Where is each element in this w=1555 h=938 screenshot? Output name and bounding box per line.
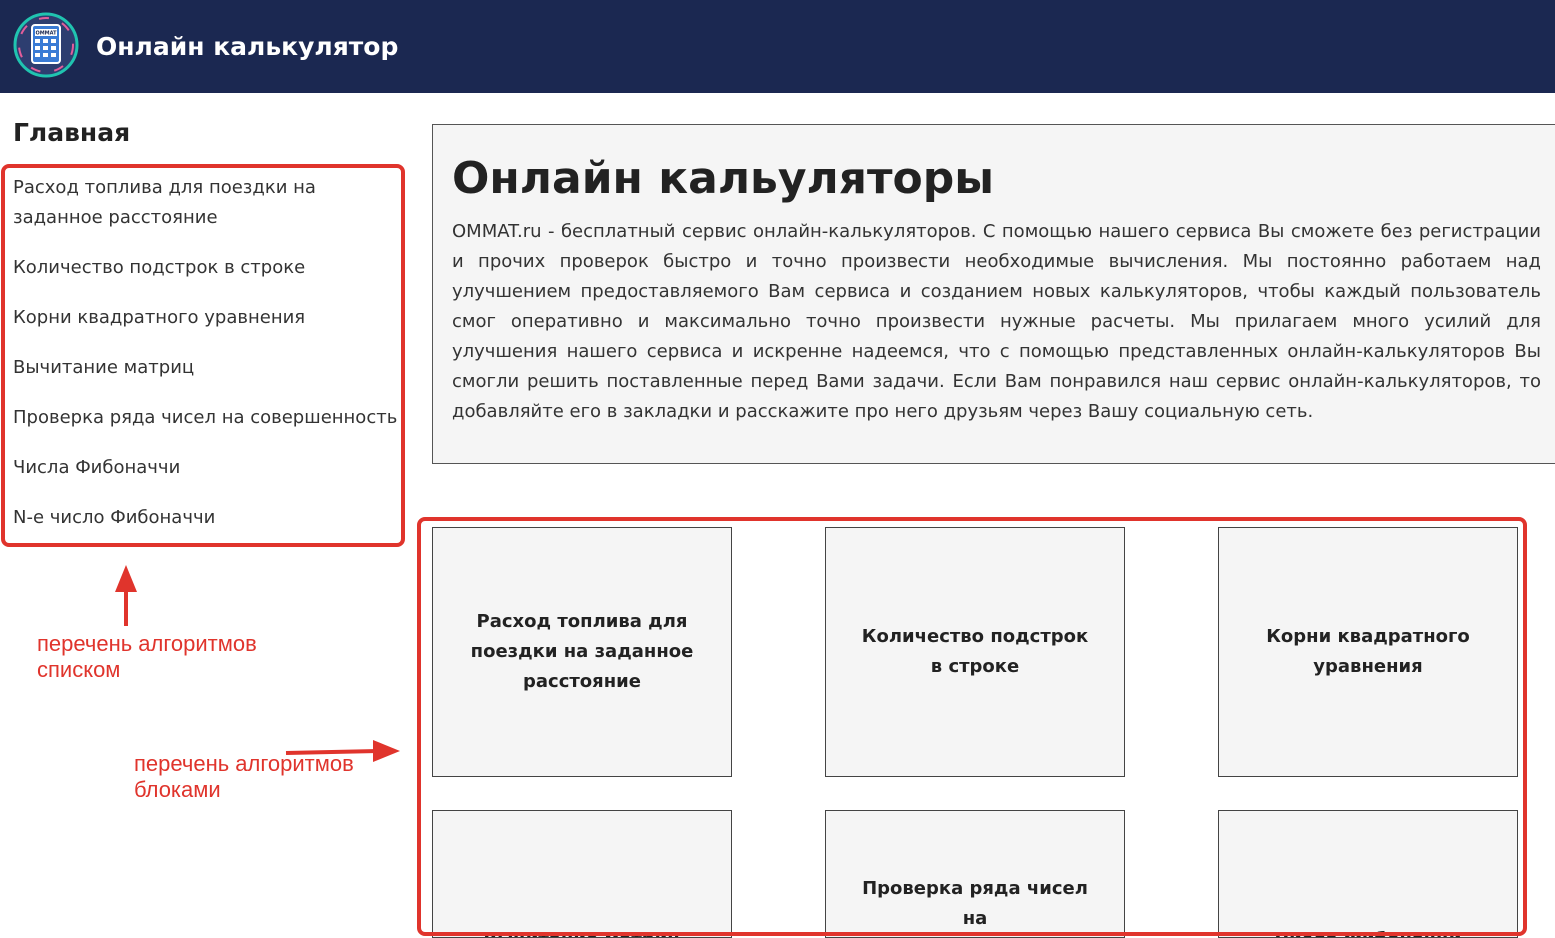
annotation-list-box <box>1 164 405 547</box>
svg-text:OMMAT: OMMAT <box>35 31 57 37</box>
page-title: Онлайн кальуляторы <box>452 153 995 204</box>
arrow-up-icon <box>115 565 137 626</box>
annotation-list-note: перечень алгоритмов списком <box>37 631 257 682</box>
intro-panel: Онлайн кальуляторы OMMAT.ru - бесплатный… <box>432 124 1555 464</box>
top-navbar: OMMAT Онлайн калькулятор <box>0 0 1555 93</box>
sidebar-heading[interactable]: Главная <box>13 116 130 150</box>
calculator-logo-icon[interactable]: OMMAT <box>13 12 79 78</box>
intro-text: OMMAT.ru - бесплатный сервис онлайн-каль… <box>452 221 1541 422</box>
annotation-blocks-box <box>417 517 1527 936</box>
annotation-blocks-note: перечень алгоритмов блоками <box>134 751 354 802</box>
site-title[interactable]: Онлайн калькулятор <box>96 30 398 64</box>
